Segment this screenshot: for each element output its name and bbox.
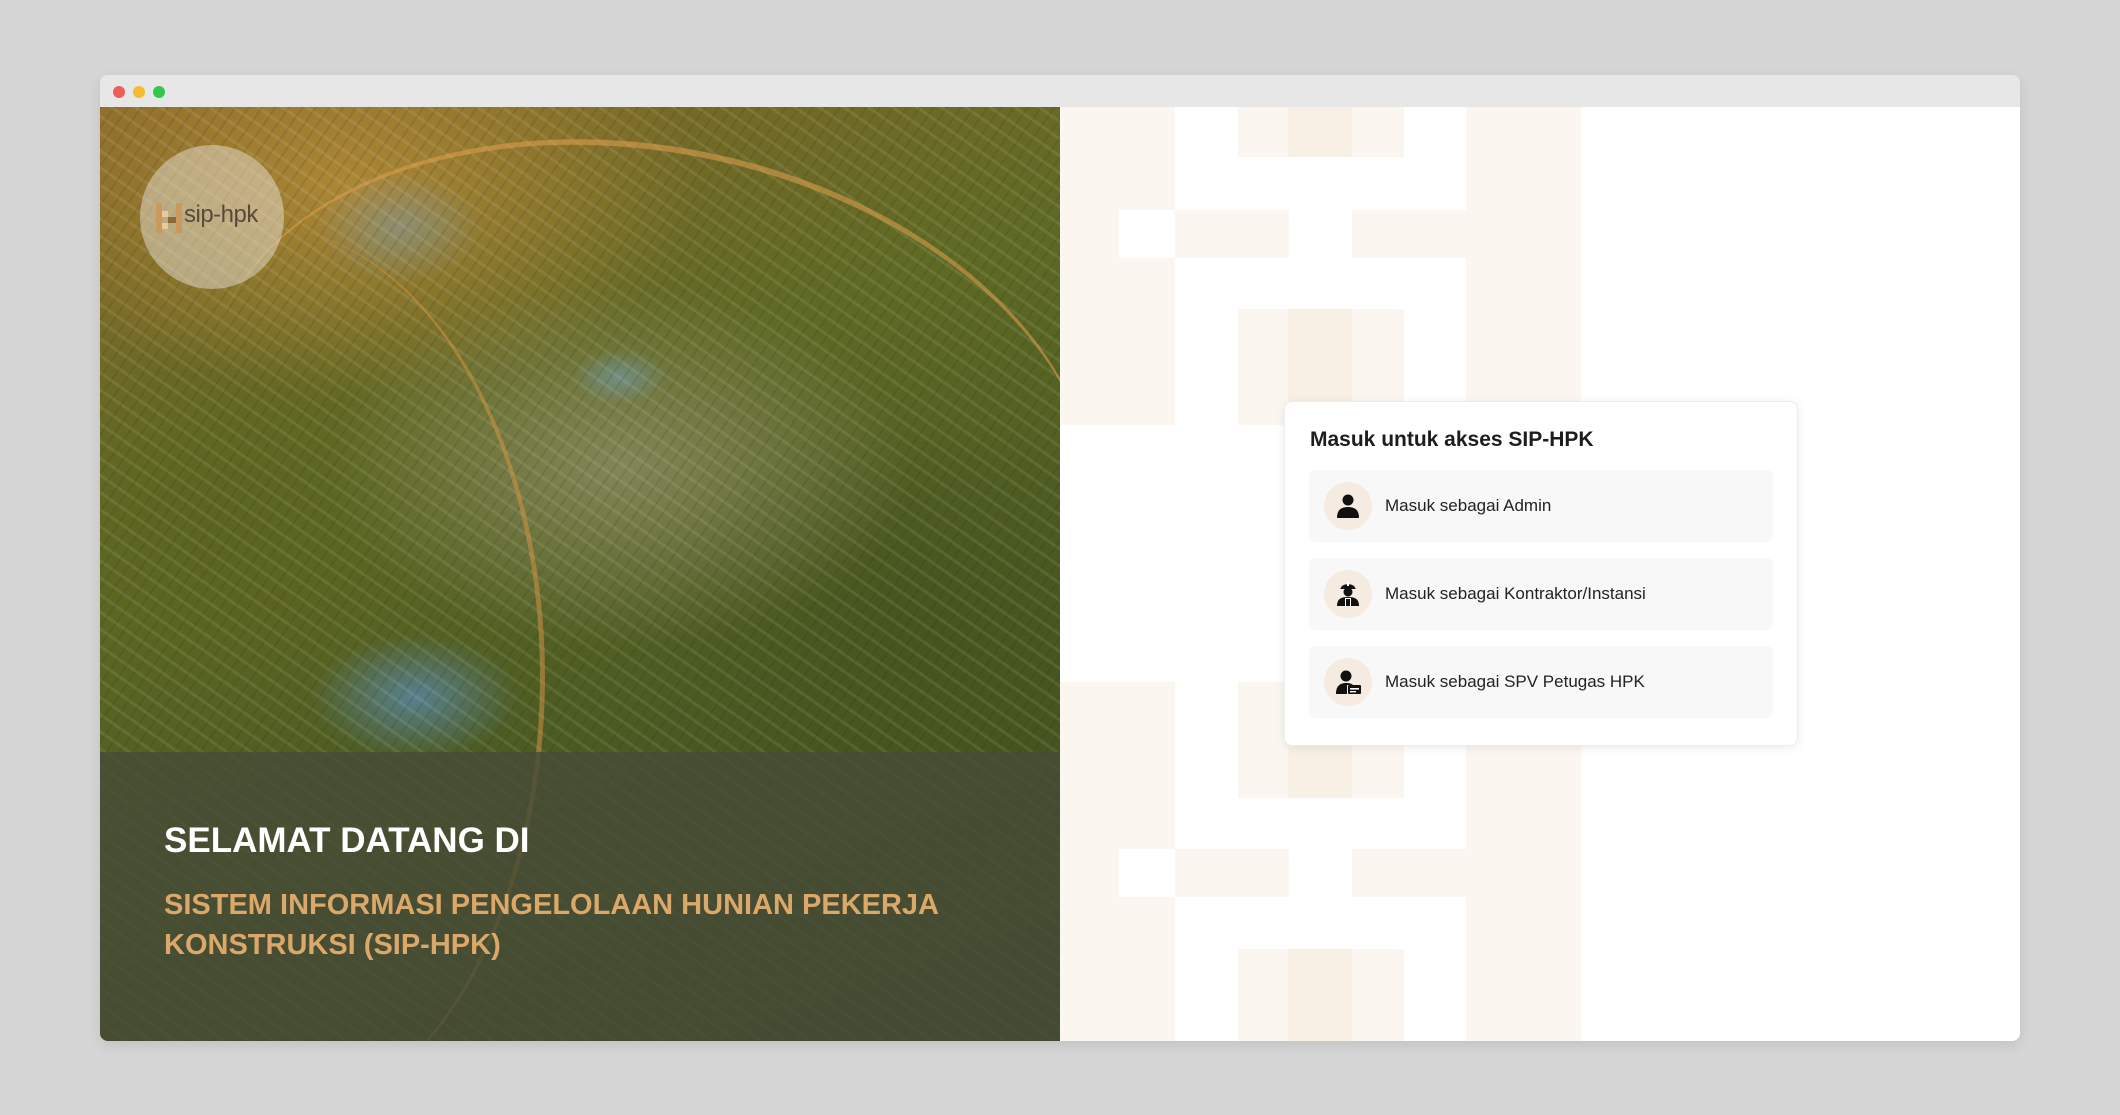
contractor-worker-icon: [1324, 570, 1372, 618]
login-supervisor-label: Masuk sebagai SPV Petugas HPK: [1385, 672, 1645, 691]
admin-user-icon: [1324, 482, 1372, 530]
login-admin-label: Masuk sebagai Admin: [1385, 496, 1552, 515]
pattern-block: [1119, 210, 1175, 258]
login-contractor-button[interactable]: Masuk sebagai Kontraktor/Instansi: [1309, 558, 1773, 630]
pattern-block: [1175, 210, 1289, 258]
pattern-block: [1288, 107, 1352, 157]
sip-hpk-logo-icon: [156, 203, 182, 233]
pattern-block: [1466, 107, 1581, 425]
login-supervisor-button[interactable]: Masuk sebagai SPV Petugas HPK: [1309, 646, 1773, 718]
pattern-block: [1288, 949, 1352, 1041]
login-card-title: Masuk untuk akses SIP-HPK: [1310, 428, 1594, 451]
brand-logo[interactable]: sip-hpk: [140, 145, 284, 289]
pattern-block: [1352, 210, 1466, 258]
brand-logo-text: sip-hpk: [184, 201, 258, 228]
system-title: SISTEM INFORMASI PENGELOLAAN HUNIAN PEKE…: [164, 889, 938, 961]
login-card: Masuk untuk akses SIP-HPK Masuk sebagai …: [1284, 401, 1798, 746]
minimize-window-button[interactable]: [133, 86, 145, 98]
supervisor-user-icon: [1324, 658, 1372, 706]
close-window-button[interactable]: [113, 86, 125, 98]
window-titlebar: [100, 75, 2020, 108]
login-admin-button[interactable]: Masuk sebagai Admin: [1309, 470, 1773, 542]
pattern-block: [1060, 107, 1175, 425]
pattern-block: [1175, 849, 1289, 897]
pattern-block: [1119, 849, 1175, 897]
login-contractor-label: Masuk sebagai Kontraktor/Instansi: [1385, 584, 1646, 603]
maximize-window-button[interactable]: [153, 86, 165, 98]
welcome-heading: SELAMAT DATANG DI: [164, 821, 530, 860]
pattern-block: [1352, 849, 1466, 897]
